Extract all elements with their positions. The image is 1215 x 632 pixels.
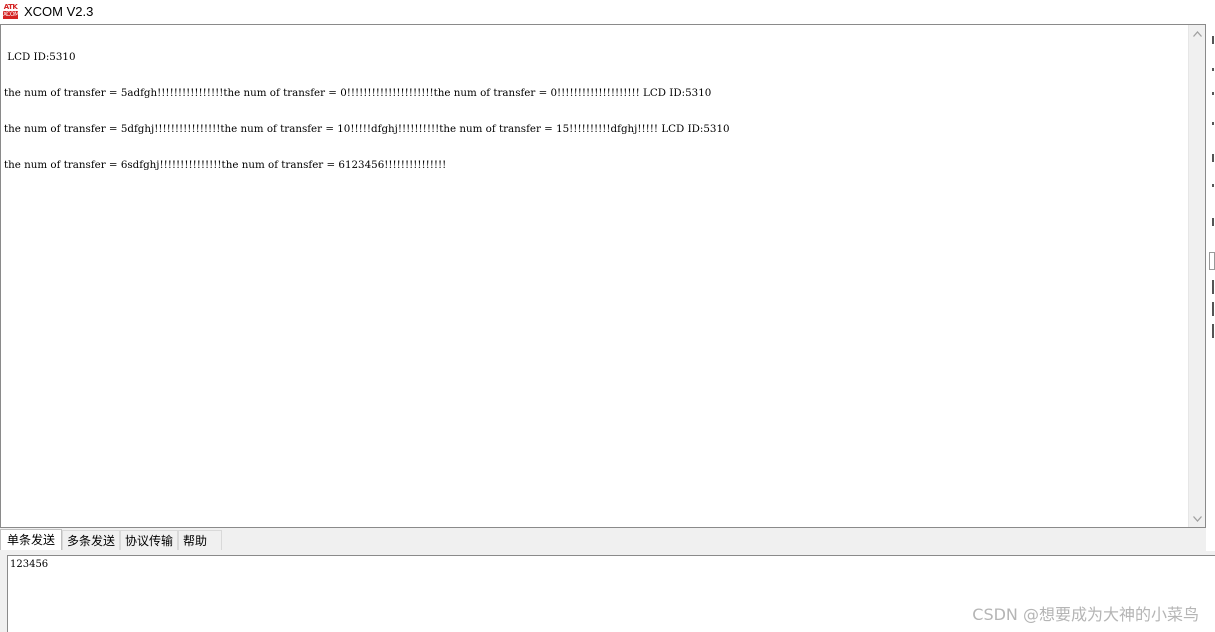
window-title: XCOM V2.3 [24, 4, 94, 19]
panel-edge-mark [1212, 122, 1214, 125]
receive-line: the num of transfer = 6sdfghj!!!!!!!!!!!… [4, 159, 447, 171]
tab-multi-send[interactable]: 多条发送 [62, 530, 121, 550]
panel-edge-control[interactable] [1209, 252, 1215, 270]
panel-edge-mark [1212, 218, 1214, 226]
panel-edge-mark [1212, 68, 1214, 71]
panel-edge-mark [1212, 324, 1214, 338]
panel-edge-mark [1212, 92, 1214, 95]
logo-top-text: ATK [3, 3, 18, 11]
tab-protocol-transfer[interactable]: 协议传输 [120, 530, 179, 550]
chevron-down-icon[interactable] [1189, 510, 1205, 527]
receive-line: LCD ID:5310 [4, 51, 76, 63]
tab-single-send[interactable]: 单条发送 [0, 529, 63, 550]
title-bar: ATK XCOM XCOM V2.3 [0, 0, 1215, 24]
logo-bottom-text: XCOM [3, 11, 19, 19]
receive-line: the num of transfer = 5adfgh!!!!!!!!!!!!… [4, 87, 712, 99]
tab-help[interactable]: 帮助 [178, 530, 223, 550]
atk-xcom-logo-icon: ATK XCOM [2, 3, 19, 20]
vertical-scrollbar[interactable] [1188, 25, 1205, 527]
panel-edge-mark [1212, 36, 1214, 44]
panel-edge-mark [1212, 302, 1214, 316]
right-panel-edge [1206, 24, 1215, 632]
panel-edge-mark [1212, 154, 1214, 162]
receive-line: the num of transfer = 5dfghj!!!!!!!!!!!!… [4, 123, 730, 135]
watermark: CSDN @想要成为大神的小菜鸟 [972, 605, 1199, 624]
panel-edge-mark [1212, 280, 1214, 294]
receive-textarea[interactable]: LCD ID:5310 the num of transfer = 5adfgh… [0, 24, 1206, 528]
chevron-up-icon[interactable] [1189, 25, 1205, 42]
receive-text: LCD ID:5310 the num of transfer = 5adfgh… [4, 27, 1184, 195]
send-tabs: 单条发送 多条发送 协议传输 帮助 [0, 529, 223, 551]
panel-edge-mark [1212, 184, 1214, 187]
